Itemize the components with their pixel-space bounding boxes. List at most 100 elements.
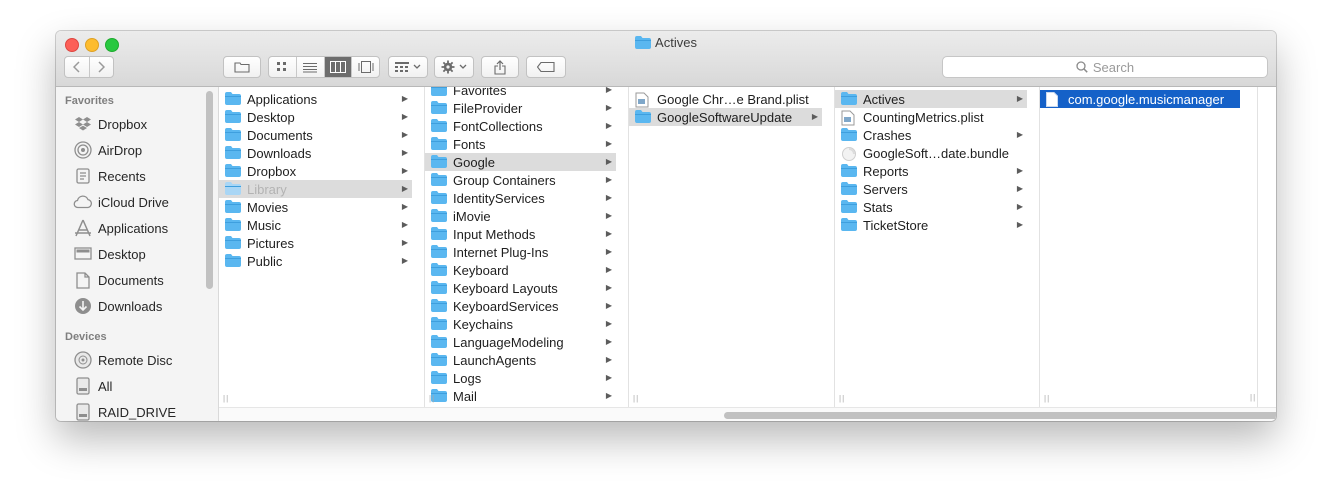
horizontal-scrollbar[interactable] — [219, 407, 1276, 421]
folder-icon — [431, 245, 447, 259]
column-resize-handle[interactable]: || — [839, 394, 845, 403]
column-4-item[interactable]: Stats ▶ — [835, 198, 1027, 216]
gallery-icon — [358, 61, 374, 73]
share-button[interactable] — [481, 56, 519, 78]
item-label: FontCollections — [453, 118, 543, 134]
sidebar-item-downloads[interactable]: Downloads — [73, 295, 162, 317]
sidebar-item-documents[interactable]: Documents — [73, 269, 164, 291]
column-2-item[interactable]: FontCollections ▶ — [425, 117, 616, 135]
column-1-item[interactable]: Movies ▶ — [219, 198, 412, 216]
column-2-item[interactable]: Fonts ▶ — [425, 135, 616, 153]
column-3-item[interactable]: GoogleSoftwareUpdate ▶ — [629, 108, 822, 126]
column-1-item[interactable]: Public ▶ — [219, 252, 412, 270]
column-2-item[interactable]: iMovie ▶ — [425, 207, 616, 225]
column-2-item[interactable]: FileProvider ▶ — [425, 99, 616, 117]
gallery-view-button[interactable] — [352, 57, 379, 77]
column-4-item[interactable]: TicketStore ▶ — [835, 216, 1027, 234]
column-2-item[interactable]: Group Containers ▶ — [425, 171, 616, 189]
column-2-item[interactable]: LanguageModeling ▶ — [425, 333, 616, 351]
horizontal-scroll-thumb[interactable] — [724, 412, 1276, 419]
column-5-item[interactable]: com.google.musicmanager — [1040, 90, 1240, 108]
column-3-item[interactable]: Google Chr…e Brand.plist — [629, 90, 822, 108]
sidebar-item-remote-disc[interactable]: Remote Disc — [73, 349, 172, 371]
column-4-item[interactable]: CountingMetrics.plist — [835, 108, 1027, 126]
icon-view-button[interactable] — [269, 57, 297, 77]
search-field[interactable]: Search — [942, 56, 1268, 78]
column-view-button[interactable] — [324, 57, 353, 77]
disclosure-arrow-icon: ▶ — [605, 391, 612, 400]
column-2-item[interactable]: Input Methods ▶ — [425, 225, 616, 243]
list-view-button[interactable] — [297, 57, 325, 77]
column-1-item[interactable]: Documents ▶ — [219, 126, 412, 144]
column-2-item[interactable]: Google ▶ — [425, 153, 616, 171]
column-resize-handle[interactable]: || — [223, 394, 229, 403]
column-1-item[interactable]: Music ▶ — [219, 216, 412, 234]
column-1-item[interactable]: Applications ▶ — [219, 90, 412, 108]
desktop-icon — [73, 245, 93, 263]
column-5[interactable]: com.google.musicmanager || — [1040, 87, 1258, 407]
column-3[interactable]: Google Chr…e Brand.plist GoogleSoftwareUp… — [629, 87, 835, 407]
nav-back-forward — [64, 56, 114, 78]
folder-icon — [225, 218, 241, 232]
sidebar-item-raid-drive[interactable]: RAID_DRIVE — [73, 401, 176, 421]
tags-button[interactable] — [526, 56, 566, 78]
sidebar-item-recents[interactable]: Recents — [73, 165, 146, 187]
column-2-item[interactable]: KeyboardServices ▶ — [425, 297, 616, 315]
action-button[interactable] — [434, 56, 474, 78]
column-4-item[interactable]: Servers ▶ — [835, 180, 1027, 198]
sidebar-item-applications[interactable]: Applications — [73, 217, 168, 239]
folder-icon — [841, 182, 857, 196]
column-2[interactable]: Favorites ▶ FileProvider ▶ FontCollections ▶ F… — [425, 87, 629, 407]
group-by-button[interactable] — [388, 56, 428, 78]
column-2-item[interactable]: Mail ▶ — [425, 387, 616, 405]
back-button[interactable] — [65, 57, 90, 77]
sidebar-scrollbar[interactable] — [206, 91, 213, 289]
column-2-item[interactable]: Keyboard Layouts ▶ — [425, 279, 616, 297]
disclosure-arrow-icon: ▶ — [401, 238, 408, 247]
column-1-item[interactable]: Library ▶ — [219, 180, 412, 198]
folder-icon — [225, 254, 241, 268]
column-2-item[interactable]: Keyboard ▶ — [425, 261, 616, 279]
item-label: LanguageModeling — [453, 334, 564, 350]
new-folder-button[interactable] — [223, 56, 261, 78]
column-1-item[interactable]: Dropbox ▶ — [219, 162, 412, 180]
column-resize-handle[interactable]: || — [1044, 394, 1050, 403]
file-icon — [1046, 92, 1062, 107]
list-icon — [303, 62, 318, 72]
forward-button[interactable] — [90, 57, 114, 77]
sidebar-item-dropbox[interactable]: Dropbox — [73, 113, 147, 135]
column-1-item[interactable]: Desktop ▶ — [219, 108, 412, 126]
column-2-item[interactable]: Keychains ▶ — [425, 315, 616, 333]
column-resize-handle[interactable]: || — [429, 394, 435, 403]
item-label: Logs — [453, 370, 482, 386]
sidebar-item-all[interactable]: All — [73, 375, 112, 397]
column-4-item[interactable]: GoogleSoft…date.bundle — [835, 144, 1027, 162]
sidebar-item-label: AirDrop — [98, 142, 143, 158]
column-4-item[interactable]: Reports ▶ — [835, 162, 1027, 180]
column-4[interactable]: Actives ▶ CountingMetrics.plist Crashes ▶ Goo… — [835, 87, 1040, 407]
sidebar-item-airdrop[interactable]: AirDrop — [73, 139, 142, 161]
folder-icon — [841, 200, 857, 214]
item-label: TicketStore — [863, 217, 929, 233]
sidebar-item-label: Dropbox — [98, 116, 148, 132]
item-label: KeyboardServices — [453, 298, 559, 314]
item-label: Group Containers — [453, 172, 556, 188]
sidebar-item-desktop[interactable]: Desktop — [73, 243, 146, 265]
column-2-item[interactable]: LaunchAgents ▶ — [425, 351, 616, 369]
column-2-item[interactable]: Internet Plug-Ins ▶ — [425, 243, 616, 261]
plist-file-icon — [635, 92, 651, 108]
column-2-item[interactable]: Logs ▶ — [425, 369, 616, 387]
folder-icon — [431, 155, 447, 169]
sidebar-item-icloud-drive[interactable]: iCloud Drive — [73, 191, 169, 213]
column-1-item[interactable]: Downloads ▶ — [219, 144, 412, 162]
column-4-item[interactable]: Actives ▶ — [835, 90, 1027, 108]
column-resize-handle[interactable]: || — [633, 394, 639, 403]
item-label: Favorites — [453, 87, 507, 98]
favorites-header: Favorites — [65, 95, 114, 107]
column-2-item[interactable]: IdentityServices ▶ — [425, 189, 616, 207]
share-icon — [494, 59, 506, 75]
column-1[interactable]: Applications ▶ Desktop ▶ Documents ▶ Downloads… — [219, 87, 425, 407]
column-2-item[interactable]: Favorites ▶ — [425, 87, 616, 99]
column-4-item[interactable]: Crashes ▶ — [835, 126, 1027, 144]
column-1-item[interactable]: Pictures ▶ — [219, 234, 412, 252]
